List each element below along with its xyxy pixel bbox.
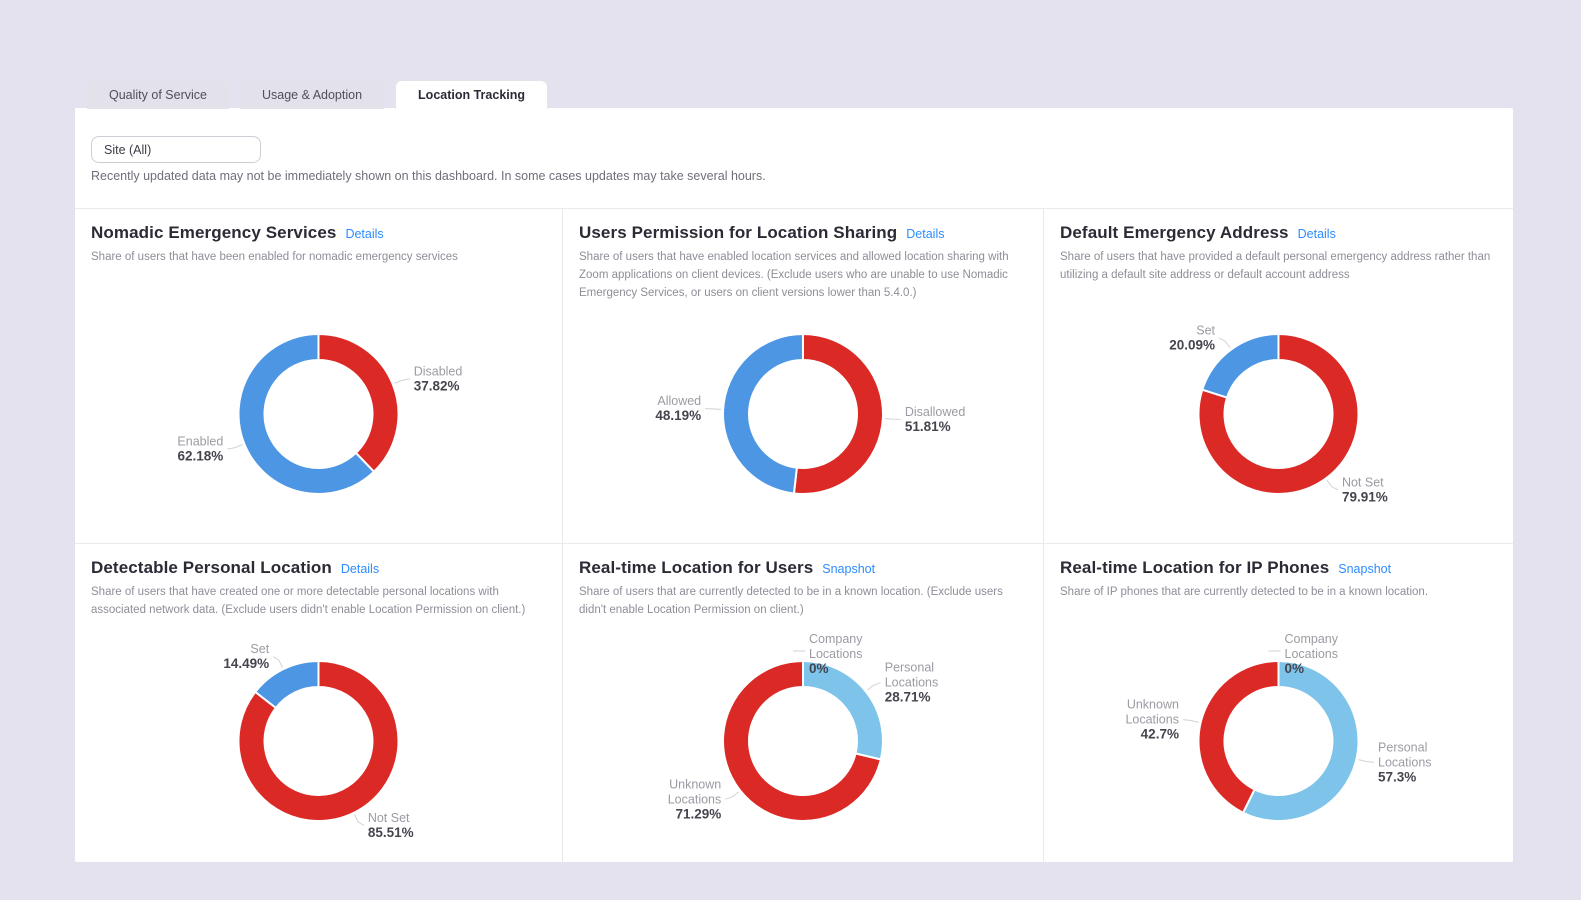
- label-leader-line: [1327, 480, 1338, 490]
- slice-label-name: Locations: [1285, 647, 1339, 661]
- panel-title: Real-time Location for IP Phones: [1060, 558, 1329, 578]
- panel-default-emergency-address: Default Emergency Address Details Share of…: [1043, 209, 1513, 543]
- slice-label-name: Locations: [885, 676, 939, 690]
- details-link[interactable]: Details: [341, 562, 379, 576]
- slice-label-name: Company: [1285, 632, 1339, 646]
- snapshot-link[interactable]: Snapshot: [822, 562, 875, 576]
- slice-label-name: Personal: [1378, 740, 1427, 754]
- slice-label-value: 14.49%: [223, 656, 269, 671]
- slice-label-value: 79.91%: [1342, 489, 1388, 504]
- slice-label-value: 57.3%: [1378, 769, 1416, 784]
- panel-users-permission-for-location-sharing: Users Permission for Location Sharing Det…: [562, 209, 1043, 543]
- tab-location-tracking[interactable]: Location Tracking: [395, 80, 548, 109]
- site-filter-value: Site (All): [104, 143, 151, 157]
- slice-label-value: 20.09%: [1169, 338, 1215, 353]
- donut-slice-disabled[interactable]: [319, 334, 399, 472]
- slice-label-name: Locations: [1378, 755, 1432, 769]
- slice-label-name: Locations: [1125, 713, 1179, 727]
- slice-label-name: Disallowed: [905, 405, 965, 419]
- dashboard-page: Quality of Service Usage & Adoption Locati…: [0, 0, 1581, 900]
- update-notice: Recently updated data may not be immedia…: [91, 169, 766, 183]
- panels-grid: Nomadic Emergency Services Details Share o…: [75, 208, 1513, 863]
- donut-slice-allowed[interactable]: [723, 334, 803, 493]
- panel-header: Nomadic Emergency Services Details: [91, 223, 546, 243]
- panel-title: Users Permission for Location Sharing: [579, 223, 897, 243]
- donut-chart[interactable]: Not Set79.91% Set20.09%: [1044, 299, 1513, 529]
- slice-label-name: Not Set: [1342, 475, 1384, 489]
- donut-chart[interactable]: Not Set85.51% Set14.49%: [75, 611, 562, 855]
- label-leader-line: [1358, 760, 1374, 763]
- slice-label-name: Locations: [809, 647, 863, 661]
- donut-chart[interactable]: CompanyLocations0%PersonalLocations57.3%…: [1044, 611, 1513, 855]
- details-link[interactable]: Details: [1298, 227, 1336, 241]
- panel-real-time-location-for-ip-phones: Real-time Location for IP Phones Snapshot…: [1043, 543, 1513, 863]
- label-leader-line: [395, 379, 410, 383]
- slice-label-name: Unknown: [1127, 698, 1179, 712]
- donut-chart[interactable]: Disabled37.82% Enabled62.18%: [75, 299, 562, 529]
- snapshot-link[interactable]: Snapshot: [1338, 562, 1391, 576]
- slice-label-value: 42.7%: [1141, 727, 1179, 742]
- donut-chart[interactable]: Disallowed51.81% Allowed48.19%: [563, 299, 1043, 529]
- slice-label-value: 51.81%: [905, 419, 951, 434]
- slice-label-value: 0%: [1285, 661, 1305, 676]
- panel-title: Real-time Location for Users: [579, 558, 813, 578]
- dashboard-tabs: Quality of Service Usage & Adoption Locati…: [87, 80, 548, 109]
- panel-header: Detectable Personal Location Details: [91, 558, 546, 578]
- slice-label-value: 28.71%: [885, 690, 931, 705]
- tab-usage-adoption[interactable]: Usage & Adoption: [240, 80, 384, 109]
- donut-slice-unknown-locations[interactable]: [1199, 661, 1279, 813]
- site-filter-select[interactable]: Site (All): [91, 136, 261, 163]
- slice-label-name: Set: [250, 642, 269, 656]
- slice-label-value: 48.19%: [655, 408, 701, 423]
- label-leader-line: [725, 792, 738, 799]
- panel-detectable-personal-location: Detectable Personal LocationDetailsShare…: [75, 543, 562, 863]
- panel-nomadic-emergency-services: Nomadic Emergency Services Details Share o…: [75, 209, 562, 543]
- slice-label-name: Enabled: [177, 435, 223, 449]
- panel-subtitle: Share of users that have enabled locatio…: [579, 249, 1027, 302]
- panel-subtitle: Share of users that have been enabled fo…: [91, 249, 546, 267]
- donut-slice-disallowed[interactable]: [794, 334, 883, 494]
- dashboard-card: Site (All) Recently updated data may not…: [75, 108, 1513, 862]
- slice-label-name: Personal: [885, 661, 934, 675]
- slice-label-name: Set: [1196, 324, 1215, 338]
- slice-label-value: 85.51%: [368, 825, 414, 840]
- slice-label-name: Locations: [668, 792, 722, 806]
- panel-real-time-location-for-users: Real-time Location for UsersSnapshotShar…: [562, 543, 1043, 863]
- label-leader-line: [355, 815, 364, 826]
- panel-header: Users Permission for Location Sharing Det…: [579, 223, 1027, 243]
- panel-header: Real-time Location for IP Phones Snapshot: [1060, 558, 1497, 578]
- panel-header: Real-time Location for Users Snapshot: [579, 558, 1027, 578]
- slice-label-name: Disabled: [414, 364, 463, 378]
- slice-label-name: Unknown: [669, 777, 721, 791]
- panel-header: Default Emergency Address Details: [1060, 223, 1497, 243]
- panel-title: Nomadic Emergency Services: [91, 223, 336, 243]
- panel-title: Detectable Personal Location: [91, 558, 332, 578]
- slice-label-name: Allowed: [657, 394, 701, 408]
- tab-quality-of-service[interactable]: Quality of Service: [87, 80, 229, 109]
- panel-subtitle: Share of users that have provided a defa…: [1060, 249, 1497, 285]
- details-link[interactable]: Details: [906, 227, 944, 241]
- slice-label-value: 62.18%: [178, 449, 224, 464]
- label-leader-line: [1219, 338, 1230, 348]
- label-leader-line: [227, 445, 242, 449]
- panel-subtitle: Share of IP phones that are currently de…: [1060, 584, 1497, 602]
- slice-label-value: 71.29%: [675, 806, 721, 821]
- slice-label-value: 0%: [809, 661, 829, 676]
- label-leader-line: [273, 657, 282, 668]
- label-leader-line: [867, 683, 880, 690]
- label-leader-line: [885, 419, 901, 420]
- label-leader-line: [1183, 720, 1199, 723]
- slice-label-value: 37.82%: [414, 378, 460, 393]
- slice-label-name: Company: [809, 632, 863, 646]
- label-leader-line: [705, 409, 721, 410]
- slice-label-name: Not Set: [368, 811, 410, 825]
- details-link[interactable]: Details: [345, 227, 383, 241]
- panel-title: Default Emergency Address: [1060, 223, 1289, 243]
- donut-chart[interactable]: CompanyLocations0%PersonalLocations28.71…: [563, 611, 1043, 855]
